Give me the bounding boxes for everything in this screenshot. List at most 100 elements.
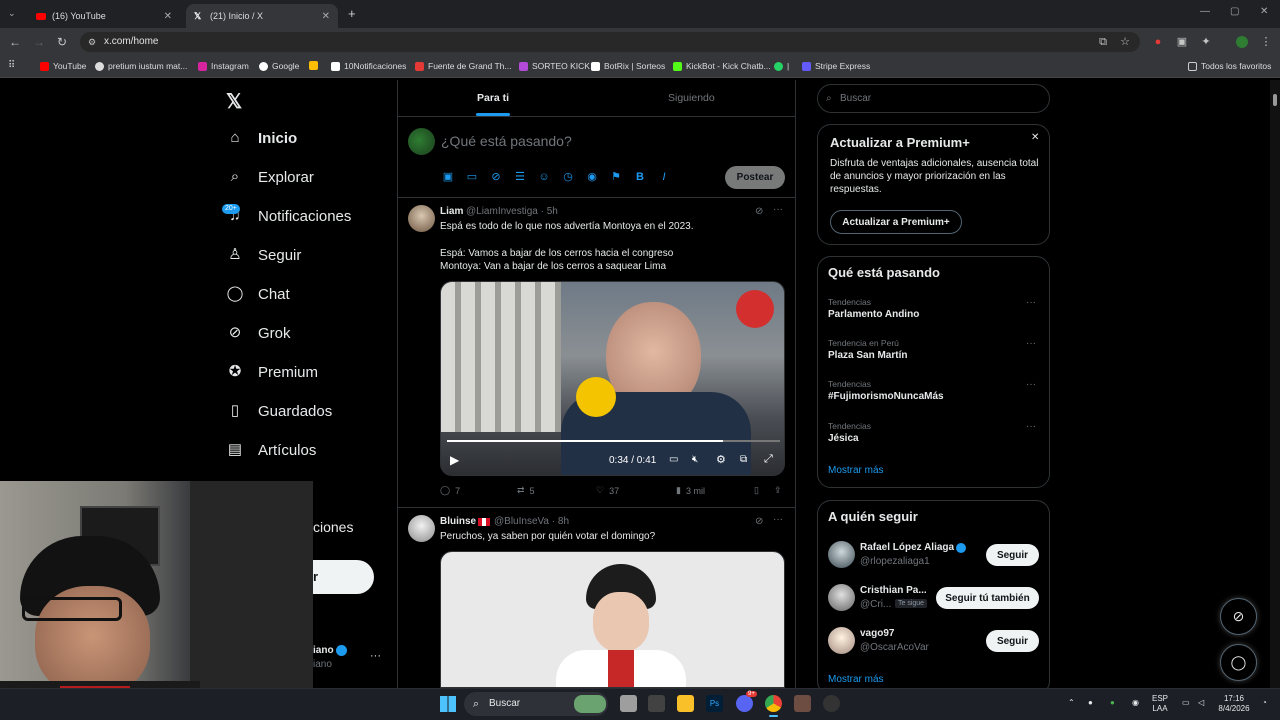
tab-for-you[interactable]: Para ti — [477, 92, 509, 104]
follow-show-more[interactable]: Mostrar más — [828, 674, 884, 685]
video-progress[interactable] — [447, 440, 780, 442]
bookmark-botrix[interactable]: BotRix | Sorteos — [591, 61, 665, 71]
network-icon[interactable]: ▭ — [1182, 698, 1190, 708]
grok-icon[interactable]: ⊘ — [755, 516, 763, 527]
compose-avatar[interactable] — [408, 128, 435, 155]
scrollbar-thumb[interactable] — [1273, 94, 1277, 106]
nav-explore[interactable]: ⌕ Explorar — [226, 168, 314, 186]
more-icon[interactable]: ··· — [1026, 338, 1036, 349]
page-scrollbar[interactable] — [1270, 80, 1280, 688]
more-icon[interactable]: ··· — [1026, 297, 1036, 308]
bookmark-instagram[interactable]: Instagram — [198, 61, 249, 71]
tweet-video[interactable]: ▶ 0:34 / 0:41 ▭ 🔇︎ ⚙ ⧉ ⤢ — [440, 281, 785, 476]
tweet-avatar[interactable] — [408, 205, 435, 232]
x-logo-icon[interactable]: 𝕏 — [226, 89, 242, 114]
repost-button[interactable]: ⇄ 5 — [517, 485, 535, 496]
image-icon[interactable]: ▣ — [442, 171, 454, 183]
trends-show-more[interactable]: Mostrar más — [828, 465, 884, 476]
menu-dots-icon[interactable]: ⋮ — [1260, 36, 1272, 48]
schedule-icon[interactable]: ◷ — [562, 171, 574, 183]
poll-icon[interactable]: ☰ — [514, 171, 526, 183]
trend-item[interactable]: Plaza San Martín — [828, 350, 907, 361]
location-icon[interactable]: ◉ — [586, 171, 598, 183]
settings-icon[interactable]: ⚙ — [716, 453, 726, 466]
like-button[interactable]: ♡ 37 — [596, 485, 619, 496]
more-icon[interactable]: ··· — [773, 204, 783, 215]
reply-button[interactable]: ◯ 7 — [440, 485, 460, 496]
chat-float-button[interactable]: ◯ — [1220, 644, 1257, 681]
tab-youtube[interactable]: (16) YouTube ✕ — [28, 4, 180, 28]
trend-item[interactable]: #FujimorismoNuncaMás — [828, 391, 944, 402]
tab-close-icon[interactable]: ✕ — [322, 11, 330, 22]
taskbar-search[interactable]: ⌕ Buscar — [464, 692, 608, 716]
back-icon[interactable]: ← — [9, 35, 21, 49]
tweet-author-name[interactable]: Liam — [440, 206, 463, 217]
new-tab-icon[interactable]: + — [348, 6, 356, 21]
tweet-author-handle[interactable]: @BluInseVa · 8h — [494, 516, 569, 527]
tab-search-icon[interactable]: ⌄ — [8, 8, 16, 19]
app-icon[interactable] — [648, 695, 665, 712]
grok-icon[interactable]: ⊘ — [490, 171, 502, 183]
address-bar[interactable]: ⚙ x.com/home — [80, 32, 1140, 52]
italic-icon[interactable]: I — [658, 171, 670, 183]
mute-icon[interactable]: 🔇︎ — [692, 454, 698, 465]
nav-grok[interactable]: ⊘ Grok — [226, 324, 291, 342]
play-icon[interactable]: ▶ — [450, 453, 459, 467]
trend-item[interactable]: Jésica — [828, 433, 859, 444]
nav-articles[interactable]: ▤ Artículos — [226, 441, 316, 459]
bookmark-colorful[interactable] — [309, 61, 318, 70]
chrome-icon[interactable] — [765, 695, 782, 712]
grok-icon[interactable]: ⊘ — [755, 206, 763, 217]
volume-icon[interactable]: ◁ — [1198, 698, 1204, 708]
nav-home[interactable]: ⌂ Inicio — [226, 129, 297, 147]
bookmark-youtube[interactable]: YouTube — [40, 61, 86, 71]
game-app-icon[interactable] — [794, 695, 811, 712]
post-button[interactable]: Postear — [725, 166, 785, 189]
puzzle-icon[interactable]: ✦ — [1200, 36, 1212, 48]
tab-following[interactable]: Siguiendo — [668, 92, 715, 104]
grok-float-button[interactable]: ⊘ — [1220, 598, 1257, 635]
tweet-author-name[interactable]: Bluinse — [440, 516, 476, 527]
tab-close-icon[interactable]: ✕ — [164, 11, 172, 22]
discord-icon[interactable] — [736, 695, 753, 712]
search-input[interactable]: ⌕ Buscar — [817, 84, 1050, 113]
bookmark-whatsapp[interactable]: | — [774, 61, 789, 71]
emoji-icon[interactable]: ☺ — [538, 171, 550, 183]
bookmark-10notificaciones[interactable]: 10Notificaciones — [331, 61, 406, 71]
nav-premium[interactable]: ✪ Premium — [226, 363, 318, 381]
tab-x-home[interactable]: 𝕏 (21) Inicio / X ✕ — [186, 4, 338, 28]
follow-button[interactable]: Seguir — [986, 630, 1039, 652]
bookmarks-folder[interactable]: Todos los favoritos — [1188, 61, 1271, 71]
forward-icon[interactable]: → — [33, 35, 45, 49]
share-button[interactable]: ⇪ — [774, 485, 782, 496]
compose-input[interactable]: ¿Qué está pasando? — [441, 133, 572, 149]
follow-name[interactable]: Rafael López Aliaga — [860, 542, 954, 553]
nav-notifications[interactable]: ♫ Notificaciones — [226, 207, 351, 225]
tweet-avatar[interactable] — [408, 515, 435, 542]
gif-icon[interactable]: ▭ — [466, 171, 478, 183]
site-info-icon[interactable]: ⚙ — [88, 32, 96, 52]
nav-bookmarks[interactable]: ▯ Guardados — [226, 402, 332, 420]
bookmark-sorteo-kick[interactable]: SORTEO KICK — [519, 61, 590, 71]
more-icon[interactable]: ··· — [1026, 421, 1036, 432]
flag-icon[interactable]: ⚑ — [610, 171, 622, 183]
bookmark-google[interactable]: Google — [259, 61, 299, 71]
more-icon[interactable]: ··· — [1026, 379, 1036, 390]
bookmark-fuente[interactable]: Fuente de Grand Th... — [415, 61, 511, 71]
app-icon[interactable] — [823, 695, 840, 712]
nav-more-partial[interactable]: ciones — [313, 519, 353, 535]
close-icon[interactable]: ✕ — [1031, 132, 1039, 143]
views-button[interactable]: ▮ 3 mil — [676, 485, 705, 496]
close-window-icon[interactable]: ✕ — [1260, 6, 1268, 17]
task-view-icon[interactable] — [620, 695, 637, 712]
nav-chat[interactable]: ◯ Chat — [226, 285, 290, 303]
profile-avatar-icon[interactable] — [1236, 36, 1248, 48]
file-explorer-icon[interactable] — [677, 695, 694, 712]
bookmark-button[interactable]: ▯ — [754, 485, 759, 496]
tweet-image[interactable] — [440, 551, 785, 688]
star-icon[interactable]: ☆ — [1119, 36, 1131, 48]
clock[interactable]: 17:16 8/4/2026 — [1216, 694, 1252, 714]
tray-app-icon[interactable]: ● — [1110, 698, 1115, 708]
tray-overflow-icon[interactable]: ⌃ — [1068, 698, 1075, 708]
more-icon[interactable]: ··· — [773, 514, 783, 525]
